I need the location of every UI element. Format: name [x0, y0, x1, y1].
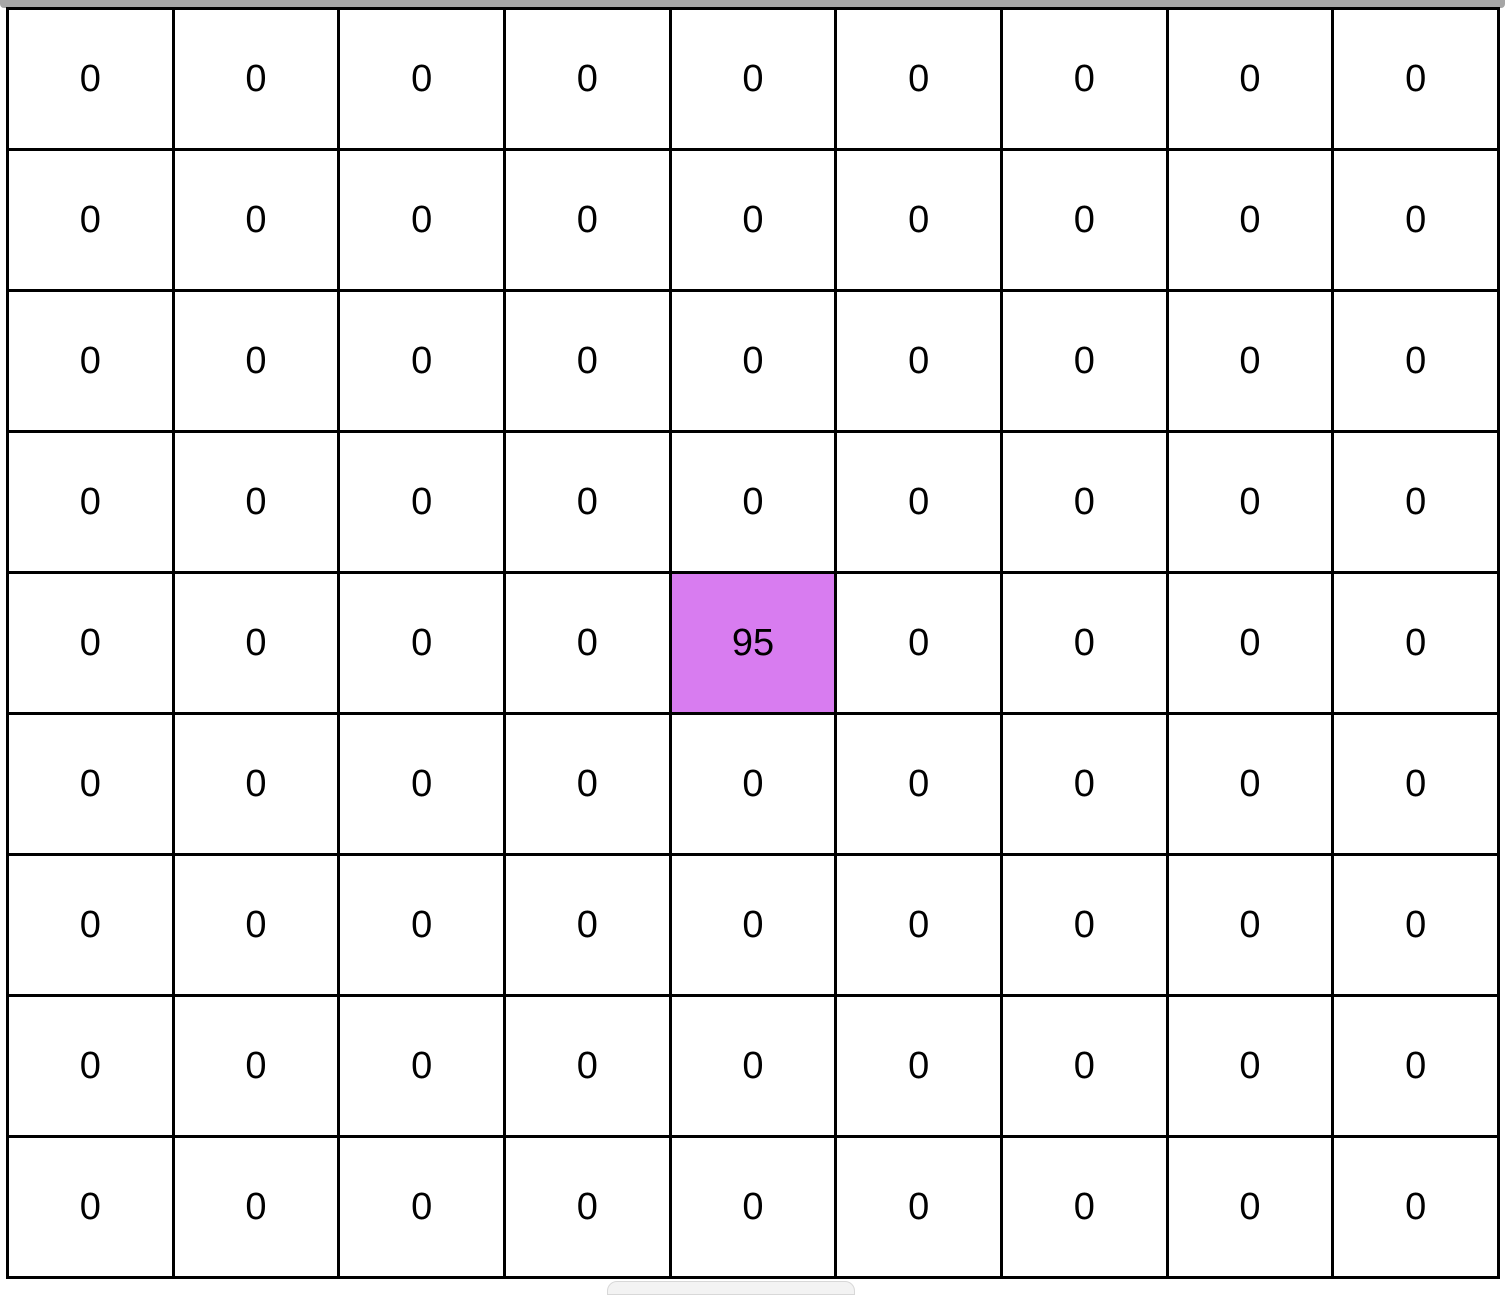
grid-cell-r4-c7[interactable]: 0 [1168, 574, 1332, 712]
grid-cell-r0-c5[interactable]: 0 [837, 10, 1000, 148]
grid-cell-r5-c0[interactable]: 0 [9, 715, 172, 853]
grid-cell-r6-c8[interactable]: 0 [1334, 856, 1497, 994]
grid-cell-r2-c7[interactable]: 0 [1168, 292, 1332, 430]
grid-cell-r8-c0[interactable]: 0 [9, 1138, 172, 1276]
grid-cell-r6-c2[interactable]: 0 [340, 856, 503, 994]
grid-cell-r1-c7[interactable]: 0 [1168, 151, 1332, 289]
grid-cell-r6-c5[interactable]: 0 [837, 856, 1000, 994]
grid-cell-r6-c4[interactable]: 0 [671, 856, 835, 994]
grid-cell-r4-c8[interactable]: 0 [1334, 574, 1497, 712]
grid-cell-r0-c6[interactable]: 0 [1003, 10, 1166, 148]
grid-cell-r1-c1[interactable]: 0 [174, 151, 338, 289]
grid-cell-r5-c6[interactable]: 0 [1003, 715, 1166, 853]
grid-cell-r1-c6[interactable]: 0 [1003, 151, 1166, 289]
grid-cell-r7-c5[interactable]: 0 [837, 997, 1000, 1135]
grid-cell-r8-c2[interactable]: 0 [340, 1138, 503, 1276]
grid-cell-r8-c6[interactable]: 0 [1003, 1138, 1166, 1276]
grid-cell-r3-c1[interactable]: 0 [174, 433, 338, 571]
grid-cell-r0-c8[interactable]: 0 [1334, 10, 1497, 148]
grid-cell-r4-c3[interactable]: 0 [506, 574, 669, 712]
grid-cell-r0-c0[interactable]: 0 [9, 10, 172, 148]
grid-cell-r7-c4[interactable]: 0 [671, 997, 835, 1135]
grid-cell-r6-c7[interactable]: 0 [1168, 856, 1332, 994]
grid-cell-r1-c2[interactable]: 0 [340, 151, 503, 289]
grid-cell-r3-c8[interactable]: 0 [1334, 433, 1497, 571]
grid-cell-highlighted[interactable]: 95 [671, 574, 835, 712]
grid-cell-r3-c2[interactable]: 0 [340, 433, 503, 571]
grid-cell-r1-c4[interactable]: 0 [671, 151, 835, 289]
grid-cell-r4-c2[interactable]: 0 [340, 574, 503, 712]
grid-cell-r4-c6[interactable]: 0 [1003, 574, 1166, 712]
grid-cell-r3-c4[interactable]: 0 [671, 433, 835, 571]
grid-cell-r8-c5[interactable]: 0 [837, 1138, 1000, 1276]
grid-cell-r7-c7[interactable]: 0 [1168, 997, 1332, 1135]
grid-cell-r8-c8[interactable]: 0 [1334, 1138, 1497, 1276]
grid-cell-r3-c0[interactable]: 0 [9, 433, 172, 571]
grid-cell-r6-c1[interactable]: 0 [174, 856, 338, 994]
grid-cell-r4-c5[interactable]: 0 [837, 574, 1000, 712]
grid-cell-r5-c1[interactable]: 0 [174, 715, 338, 853]
grid-cell-r5-c2[interactable]: 0 [340, 715, 503, 853]
grid-cell-r2-c5[interactable]: 0 [837, 292, 1000, 430]
grid-cell-r2-c8[interactable]: 0 [1334, 292, 1497, 430]
grid-cell-r0-c7[interactable]: 0 [1168, 10, 1332, 148]
grid-cell-r7-c3[interactable]: 0 [506, 997, 669, 1135]
grid-cell-r2-c0[interactable]: 0 [9, 292, 172, 430]
grid-cell-r3-c3[interactable]: 0 [506, 433, 669, 571]
grid-cell-r1-c0[interactable]: 0 [9, 151, 172, 289]
grid-cell-r2-c4[interactable]: 0 [671, 292, 835, 430]
grid-cell-r6-c3[interactable]: 0 [506, 856, 669, 994]
grid-cell-r3-c7[interactable]: 0 [1168, 433, 1332, 571]
grid-cell-r4-c0[interactable]: 0 [9, 574, 172, 712]
grid-cell-r1-c3[interactable]: 0 [506, 151, 669, 289]
grid-cell-r6-c6[interactable]: 0 [1003, 856, 1166, 994]
grid-cell-r5-c7[interactable]: 0 [1168, 715, 1332, 853]
grid-cell-r2-c6[interactable]: 0 [1003, 292, 1166, 430]
grid-cell-r5-c3[interactable]: 0 [506, 715, 669, 853]
grid-cell-r2-c1[interactable]: 0 [174, 292, 338, 430]
grid-cell-r5-c5[interactable]: 0 [837, 715, 1000, 853]
grid-cell-r7-c1[interactable]: 0 [174, 997, 338, 1135]
grid-cell-r8-c4[interactable]: 0 [671, 1138, 835, 1276]
grid-cell-r4-c1[interactable]: 0 [174, 574, 338, 712]
grid-cell-r8-c1[interactable]: 0 [174, 1138, 338, 1276]
grid-cell-r0-c4[interactable]: 0 [671, 10, 835, 148]
grid-cell-r7-c2[interactable]: 0 [340, 997, 503, 1135]
number-grid-board: 0000000000000000000000000000000000000000… [6, 7, 1500, 1279]
grid-cell-r7-c6[interactable]: 0 [1003, 997, 1166, 1135]
grid-cell-r8-c7[interactable]: 0 [1168, 1138, 1332, 1276]
grid-cell-r8-c3[interactable]: 0 [506, 1138, 669, 1276]
grid-cell-r6-c0[interactable]: 0 [9, 856, 172, 994]
grid-cell-r3-c6[interactable]: 0 [1003, 433, 1166, 571]
grid-cell-r1-c8[interactable]: 0 [1334, 151, 1497, 289]
grid-cell-r0-c3[interactable]: 0 [506, 10, 669, 148]
grid-cell-r5-c4[interactable]: 0 [671, 715, 835, 853]
grid-cell-r0-c1[interactable]: 0 [174, 10, 338, 148]
grid-cell-r3-c5[interactable]: 0 [837, 433, 1000, 571]
bottom-scroll-handle[interactable] [607, 1281, 855, 1295]
grid-cell-r5-c8[interactable]: 0 [1334, 715, 1497, 853]
grid-cell-r7-c8[interactable]: 0 [1334, 997, 1497, 1135]
grid-cell-r7-c0[interactable]: 0 [9, 997, 172, 1135]
grid-cell-r2-c3[interactable]: 0 [506, 292, 669, 430]
grid-cell-r1-c5[interactable]: 0 [837, 151, 1000, 289]
grid-cell-r2-c2[interactable]: 0 [340, 292, 503, 430]
grid-cell-r0-c2[interactable]: 0 [340, 10, 503, 148]
